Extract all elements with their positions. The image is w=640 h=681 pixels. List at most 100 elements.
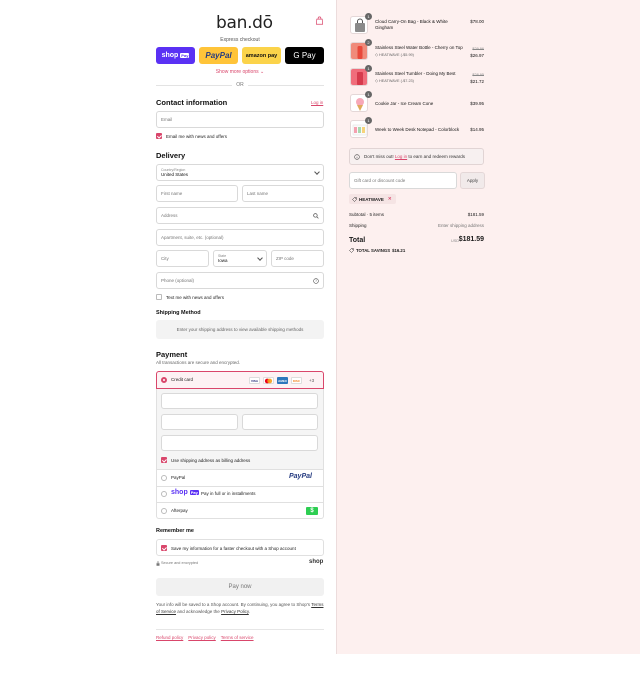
discount-code-field[interactable]: Gift card or discount code xyxy=(349,172,457,189)
item-name: Cookie Jar - Ice Cream Cone xyxy=(375,101,434,106)
first-name-placeholder: First name xyxy=(161,191,183,196)
card-number-field[interactable] xyxy=(161,393,318,409)
shop-pay-badge: Pay xyxy=(180,53,190,58)
item-discount-text: HEATWAVE (-$7.23) xyxy=(378,79,414,83)
discount-code-placeholder: Gift card or discount code xyxy=(354,178,406,183)
item-original-price: $29.96 xyxy=(472,47,484,51)
apartment-placeholder: Apartment, suite, etc. (optional) xyxy=(161,235,224,240)
shipping-label: Shipping xyxy=(349,223,367,228)
terms-text: Your info will be saved to a Shop accoun… xyxy=(156,601,324,615)
footer-terms-link[interactable]: Terms of service xyxy=(221,635,254,640)
pay-now-button[interactable]: Pay now xyxy=(156,578,324,596)
svg-text:?: ? xyxy=(315,279,317,283)
paypal-radio[interactable] xyxy=(161,475,167,481)
billing-same-label: Use shipping address as billing address xyxy=(171,458,251,463)
total-savings-label: TOTAL SAVINGS xyxy=(356,248,391,253)
afterpay-icon: $ xyxy=(306,507,318,515)
item-discount: ◇ HEATWAVE (-$5.99) xyxy=(375,53,414,57)
terms-text-part: Your info will be saved to a Shop accoun… xyxy=(156,602,311,607)
remove-discount-icon[interactable]: ✕ xyxy=(388,196,392,202)
country-select[interactable]: Country/Region United States xyxy=(156,164,324,181)
save-info-checkbox[interactable] xyxy=(161,545,167,551)
show-more-options-link[interactable]: Show more options ⌄ xyxy=(156,69,324,75)
item-quantity-badge: 1 xyxy=(365,65,372,72)
footer-divider xyxy=(156,629,324,630)
phone-placeholder: Phone (optional) xyxy=(161,278,195,283)
shop-pay-badge: Pay xyxy=(189,490,199,495)
billing-same-checkbox[interactable] xyxy=(161,457,167,463)
rewards-login-link[interactable]: Log in xyxy=(395,154,407,159)
checkout-form: ban.dō Express checkout shop Pay PayPal … xyxy=(0,0,336,654)
login-link[interactable]: Log in xyxy=(311,100,323,105)
secure-text: Secure and encrypted xyxy=(161,561,199,565)
phone-field[interactable]: Phone (optional) ? xyxy=(156,272,324,289)
zip-field[interactable]: ZIP code xyxy=(271,250,324,267)
email-news-checkbox[interactable] xyxy=(156,133,162,139)
shop-pay-button[interactable]: shop Pay xyxy=(156,47,195,64)
item-name: Week to Week Desk Notepad - Colorblock xyxy=(375,127,460,132)
item-name: Cloud Carry-On Bag - Black & White Gingh… xyxy=(375,19,448,30)
item-original-price: $28.95 xyxy=(472,73,484,77)
rewards-text: Don't miss out! xyxy=(364,154,394,159)
subtotal-value: $181.59 xyxy=(467,212,484,217)
first-name-field[interactable]: First name xyxy=(156,185,238,202)
payment-subtitle: All transactions are secure and encrypte… xyxy=(156,360,241,365)
shop-pay-wordmark: shop xyxy=(171,489,188,496)
info-icon xyxy=(354,154,360,160)
state-value: Iowa xyxy=(218,258,228,263)
apartment-field[interactable]: Apartment, suite, etc. (optional) xyxy=(156,229,324,246)
refund-policy-link[interactable]: Refund policy xyxy=(156,635,183,640)
paypal-button[interactable]: PayPal xyxy=(199,47,238,64)
tumbler-product-icon xyxy=(351,69,367,85)
email-placeholder: Email xyxy=(161,117,173,122)
last-name-field[interactable]: Last name xyxy=(242,185,324,202)
afterpay-label: Afterpay xyxy=(171,508,188,513)
tag-icon xyxy=(352,196,357,202)
shopping-bag-icon[interactable] xyxy=(315,16,324,25)
state-select[interactable]: State Iowa xyxy=(213,250,267,267)
help-icon[interactable]: ? xyxy=(313,278,319,284)
paypal-logo: PayPal xyxy=(289,473,312,480)
more-cards-count: +3 xyxy=(309,378,315,383)
total-savings: TOTAL SAVINGS $16.21 xyxy=(349,248,405,253)
item-discount: ◇ HEATWAVE (-$7.23) xyxy=(375,79,414,83)
total-savings-value: $16.21 xyxy=(392,248,406,253)
paypal-label: PayPal xyxy=(171,475,186,480)
country-value: United States xyxy=(161,172,189,177)
item-quantity-badge: 1 xyxy=(365,91,372,98)
city-placeholder: City xyxy=(161,256,169,261)
google-pay-button[interactable]: G Pay xyxy=(285,47,324,64)
email-field[interactable]: Email xyxy=(156,111,324,128)
rewards-banner: Don't miss out! Log in to earn and redee… xyxy=(349,148,484,165)
address-field[interactable]: Address xyxy=(156,207,324,224)
city-field[interactable]: City xyxy=(156,250,209,267)
shop-pay-text: Pay in full or in installments xyxy=(201,491,256,496)
expiration-field[interactable] xyxy=(161,414,238,430)
order-summary xyxy=(336,0,640,654)
shop-pay-radio[interactable] xyxy=(161,491,167,497)
email-news-label: Email me with news and offers xyxy=(166,134,227,139)
security-code-field[interactable] xyxy=(242,414,318,430)
name-on-card-field[interactable] xyxy=(161,435,318,451)
text-me-label: Text me with news and offers xyxy=(166,295,224,300)
delivery-heading: Delivery xyxy=(156,151,186,160)
text-me-checkbox[interactable] xyxy=(156,294,162,300)
discount-code-text: HEATWAVE xyxy=(359,196,384,202)
privacy-policy-link[interactable]: Privacy Policy xyxy=(221,609,249,614)
shop-pay-logo: shop Pay xyxy=(171,489,199,496)
payment-heading: Payment xyxy=(156,350,188,359)
search-icon xyxy=(313,213,319,219)
item-price: $78.00 xyxy=(470,19,484,24)
credit-card-radio[interactable] xyxy=(161,377,167,383)
total-label: Total xyxy=(349,237,366,244)
footer-privacy-link[interactable]: Privacy policy xyxy=(188,635,216,640)
visa-icon: VISA xyxy=(249,377,260,384)
brand-logo[interactable]: ban.dō xyxy=(216,13,273,33)
apply-button[interactable]: Apply xyxy=(460,172,485,189)
notepad-product-icon xyxy=(352,124,367,136)
afterpay-radio[interactable] xyxy=(161,508,167,514)
shipping-notice: Enter your shipping address to view avai… xyxy=(156,320,324,339)
amazon-pay-button[interactable]: amazon pay xyxy=(242,47,281,64)
mastercard-icon xyxy=(263,377,274,384)
or-separator: OR xyxy=(232,82,248,88)
